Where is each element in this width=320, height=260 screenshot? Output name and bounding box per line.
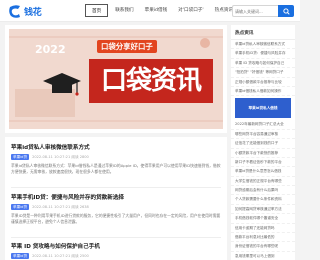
nav-item-contact[interactable]: 联系我们 xyxy=(111,4,137,17)
nav-item-home[interactable]: 首页 xyxy=(85,4,109,17)
sidebar-links-top: 苹果id贷私人审核微信联系方式 苹果手机ID贷：便捷与风险并存 苹果 ID 贷攻略与… xyxy=(231,40,295,97)
thumbnail-caption: 苹果id贷私人借钱 xyxy=(248,105,278,110)
article-meta: 苹果id贷 2022-08-11 10:27:21 阅读 2500 xyxy=(11,253,221,259)
category-tag[interactable]: 苹果id贷 xyxy=(11,204,30,210)
logo-icon xyxy=(9,5,20,18)
search-icon xyxy=(282,7,290,15)
article-title[interactable]: 苹果id贷私人审核微信联系方式 xyxy=(11,143,221,151)
sidebar-link[interactable]: 大学生借钱的正规平台有哪些 xyxy=(231,177,295,187)
sidebar-link[interactable]: 小额贷款平台下款快的推荐 xyxy=(231,149,295,158)
article-excerpt: 苹果id贷私人审核微信联系方式：苹果id借钱私人是通过苹果ID的Apple ID… xyxy=(11,163,221,174)
sidebar-link[interactable]: 哪些网贷平台容易通过审核 xyxy=(231,130,295,140)
banner-image: 2022 口袋分享好口子 口袋资讯 xyxy=(9,29,223,129)
divider xyxy=(11,187,221,188)
sidebar-link[interactable]: 如何提高网贷审核通过率方法 xyxy=(231,205,295,215)
sidebar-link[interactable]: 苹果手机ID贷：便捷与风险并存 xyxy=(231,49,295,59)
divider xyxy=(11,237,221,238)
sidebar-link[interactable]: 个人贷款需要什么条件和资料 xyxy=(231,195,295,205)
banner-tagline: 口袋分享好口子 xyxy=(97,40,157,53)
site-header: 钱花 首页 联系我们 苹果id借钱 对'口袋口子' 热点资讯 xyxy=(0,0,300,22)
main-column: 2022 口袋分享好口子 口袋资讯 苹果id贷私人审核微信联系方式 苹果id贷 … xyxy=(5,25,227,260)
graduation-cap-icon xyxy=(43,73,81,96)
sidebar-thumbnail[interactable]: 苹果id贷私人借钱 xyxy=(235,98,291,119)
sidebar-link[interactable]: 手机借钱软件哪个靠谱安全 xyxy=(231,214,295,224)
article-title[interactable]: 苹果 ID 贷攻略与如何保护自己手机 xyxy=(11,242,221,250)
nav-item-apple-id-loan[interactable]: 苹果id借钱 xyxy=(141,4,172,17)
sidebar-link[interactable]: 苹果 ID 贷攻略与如何保护自己 xyxy=(231,59,295,69)
article-meta: 苹果id贷 2022-08-11 10:27:21 阅读 2638 xyxy=(11,204,221,210)
sidebar-link[interactable]: 借款平台利息对比最低的 xyxy=(231,233,295,243)
sidebar-link[interactable]: 苹果id贷是什么意思怎么借钱 xyxy=(231,167,295,177)
article-meta: 苹果id贷 2022-08-11 10:27:21 阅读 2800 xyxy=(11,154,221,160)
category-tag[interactable]: 苹果id贷 xyxy=(11,253,30,259)
sidebar-links-bottom: 2022年最新网贷口子汇总大全 哪些网贷平台容易通过审核 征信花了还能借到钱的口子小… xyxy=(231,120,295,260)
sidebar-link[interactable]: 2022年最新网贷口子汇总大全 xyxy=(231,120,295,130)
search-box xyxy=(232,5,294,17)
main-nav: 首页 联系我们 苹果id借钱 对'口袋口子' 热点资讯 xyxy=(85,4,240,17)
article-card[interactable]: 苹果id贷私人审核微信联系方式 苹果id贷 2022-08-11 10:27:2… xyxy=(11,143,221,187)
sidebar-link[interactable]: 身份证借钱的平台有哪些呢 xyxy=(231,242,295,252)
article-card[interactable]: 苹果 ID 贷攻略与如何保护自己手机 苹果id贷 2022-08-11 10:2… xyxy=(11,242,221,259)
sidebar-link[interactable]: 正规小额借款平台推荐与比较 xyxy=(231,78,295,87)
sidebar-link[interactable]: "拍拍贷" "好借钱" 等网贷口子 xyxy=(231,68,295,78)
sidebar-link[interactable]: 信用卡逾期了还能网贷吗 xyxy=(231,224,295,234)
sidebar-heading: 热点资讯 xyxy=(231,25,295,40)
search-input[interactable] xyxy=(232,5,278,17)
site-logo[interactable]: 钱花 xyxy=(8,3,42,19)
banner[interactable]: 2022 口袋分享好口子 口袋资讯 xyxy=(5,25,227,133)
sidebar-link[interactable]: 急用钱哪里可以马上借到 xyxy=(231,252,295,260)
article-date: 2022-08-11 10:27:21 阅读 2638 xyxy=(32,204,89,209)
sidebar-link[interactable]: 征信花了还能借到钱的口子 xyxy=(231,139,295,149)
banner-title: 口袋资讯 xyxy=(89,59,213,103)
article-list: 苹果id贷私人审核微信联系方式 苹果id贷 2022-08-11 10:27:2… xyxy=(5,137,227,260)
article-card[interactable]: 苹果手机ID贷：便捷与风险并存的贷款新选择 苹果id贷 2022-08-11 1… xyxy=(11,193,221,237)
sidebar: 热点资讯 苹果id贷私人审核微信联系方式 苹果手机ID贷：便捷与风险并存 苹果 ID… xyxy=(231,25,295,260)
sidebar-link[interactable]: 苹果id借钱私人借款如何操作 xyxy=(231,87,295,97)
nav-item-pocket-loans[interactable]: 对'口袋口子' xyxy=(174,4,208,17)
article-date: 2022-08-11 10:27:21 阅读 2500 xyxy=(32,253,89,258)
article-date: 2022-08-11 10:27:21 阅读 2800 xyxy=(32,154,89,159)
article-excerpt: 苹果ID贷是一种利用苹果手机ID进行贷款的服务，它的便捷性吸引了大量用户，但同时… xyxy=(11,213,221,224)
logo-text: 钱花 xyxy=(24,7,42,18)
sidebar-link[interactable]: 网贷逾期后会有什么后果吗 xyxy=(231,186,295,196)
article-title[interactable]: 苹果手机ID贷：便捷与风险并存的贷款新选择 xyxy=(11,193,221,201)
sidebar-link[interactable]: 新口子不看征信秒下款的平台 xyxy=(231,158,295,168)
banner-year: 2022 xyxy=(35,43,66,56)
search-button[interactable] xyxy=(278,5,294,17)
sidebar-link[interactable]: 苹果id贷私人审核微信联系方式 xyxy=(231,40,295,50)
category-tag[interactable]: 苹果id贷 xyxy=(11,154,30,160)
